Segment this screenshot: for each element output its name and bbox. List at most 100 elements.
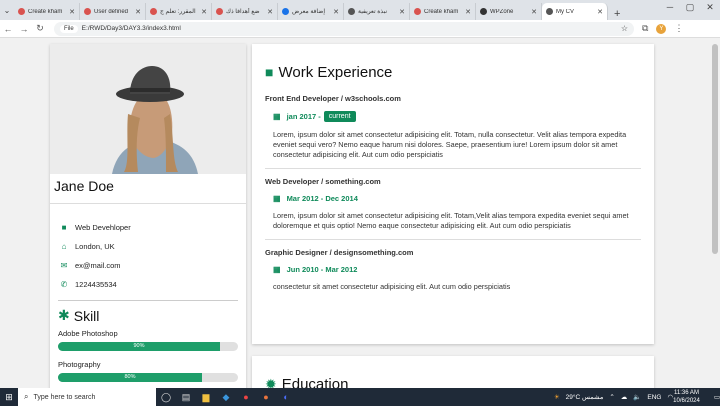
job-description: Lorem, ipsum dolor sit amet consectetur … (273, 130, 627, 159)
job-title: Graphic Designer / designsomething.com (265, 248, 414, 257)
profile-location-row: ⌂ London, UK (58, 237, 238, 256)
menu-icon[interactable]: ⋮ (674, 23, 683, 34)
minimize-icon[interactable]: ─ (660, 2, 680, 13)
new-tab-button[interactable]: + (608, 8, 626, 20)
browser-tab[interactable]: نبذة تعريفية ✕ (344, 3, 410, 20)
job-entry: Graphic Designer / designsomething.com ▦… (265, 240, 641, 292)
profile-card: Jane Doe ■ Web Devehloper ⌂ London, UK ✉… (50, 44, 246, 388)
close-icon[interactable]: ✕ (597, 8, 603, 16)
job-entry: Front End Developer / w3schools.com ▦ ja… (265, 82, 641, 169)
app-icon[interactable]: ◐ (276, 392, 296, 402)
profile-email: ex@mail.com (75, 261, 121, 270)
close-icon[interactable]: ✕ (465, 8, 471, 16)
page-scrollbar[interactable] (710, 38, 720, 388)
taskbar-search[interactable]: ⌕ Type here to search (18, 388, 156, 406)
profile-phone: 1224435534 (75, 280, 117, 289)
profile-avatar[interactable]: Y (656, 23, 667, 34)
calendar-icon: ▦ (273, 265, 281, 274)
address-bar: ← → ↻ File E:/RWD/Day3/DAY3.3/index3.htm… (0, 20, 720, 38)
maximize-icon[interactable]: ▢ (680, 2, 700, 13)
skill-progress-fill: 90% (58, 342, 220, 351)
calendar-icon: ▦ (273, 194, 281, 203)
extensions-icon[interactable]: ⧉ (642, 23, 648, 34)
certificate-icon: ✹ (265, 375, 277, 389)
browser-tab[interactable]: Create kham ✕ (410, 3, 476, 20)
clock[interactable]: 11:36 AM 10/6/2024 (673, 389, 700, 405)
clock-date: 10/6/2024 (673, 398, 700, 404)
window-controls: ─ ▢ ✕ (660, 2, 720, 13)
taskbar: ⊞ ⌕ Type here to search ◯ ▤ ▆ ◆ ● ● ◐ ☀ … (0, 388, 720, 406)
job-entry: Web Developer / something.com ▦ Mar 2012… (265, 169, 641, 240)
suitcase-icon: ■ (265, 64, 274, 80)
browser-tab-active[interactable]: My CV ✕ (542, 3, 608, 20)
file-explorer-icon[interactable]: ▆ (196, 392, 216, 403)
close-icon[interactable]: ✕ (135, 8, 141, 16)
browser-tab[interactable]: User defined ✕ (80, 3, 146, 20)
close-icon[interactable]: ✕ (267, 8, 273, 16)
close-icon[interactable]: ✕ (201, 8, 207, 16)
job-title: Web Developer / something.com (265, 177, 381, 186)
profile-info: ■ Web Devehloper ⌂ London, UK ✉ ex@mail.… (50, 204, 246, 382)
tab-favicon-icon (216, 8, 223, 15)
reload-icon[interactable]: ↻ (32, 23, 48, 34)
browser-tab[interactable]: Create kham ✕ (14, 3, 80, 20)
search-icon: ⌕ (24, 392, 29, 401)
chrome-icon[interactable]: ● (236, 392, 256, 402)
browser-tab[interactable]: المقرر: تعلم ج ✕ (146, 3, 212, 20)
browser-tab[interactable]: إضافة معرض ✕ (278, 3, 344, 20)
weather-text: 29°C مشمس (565, 394, 604, 401)
work-heading: ■ Work Experience (265, 62, 641, 82)
windows-start-icon[interactable]: ⊞ (0, 392, 18, 403)
work-experience-card: ■ Work Experience Front End Developer / … (252, 44, 654, 344)
close-window-icon[interactable]: ✕ (700, 2, 720, 13)
briefcase-icon: ■ (61, 223, 67, 232)
notifications-icon[interactable]: ▭ (714, 393, 720, 401)
tab-favicon-icon (18, 8, 25, 15)
profile-email-row: ✉ ex@mail.com (58, 256, 238, 275)
close-icon[interactable]: ✕ (333, 8, 339, 16)
job-date-row: ▦ Mar 2012 - Dec 2014 (265, 194, 641, 203)
forward-icon[interactable]: → (16, 24, 32, 34)
job-date-row: ▦ Jun 2010 - Mar 2012 (265, 265, 641, 274)
network-icon[interactable]: ☁ (621, 393, 628, 401)
task-view-icon[interactable]: ◯ (156, 392, 176, 403)
profile-phone-row: ✆ 1224435534 (58, 275, 238, 294)
browser-tab[interactable]: ضع أهدافاً ذك ✕ (212, 3, 278, 20)
tab-favicon-icon (414, 8, 421, 15)
weather-icon: ☀ (553, 394, 560, 401)
education-heading: ✹ Education (265, 374, 641, 389)
profile-location: London, UK (75, 242, 115, 251)
job-date: Jun 2010 - Mar 2012 (286, 265, 358, 274)
current-badge: current (323, 111, 356, 122)
profile-job: Web Devehloper (75, 223, 131, 232)
calendar-icon: ▦ (273, 112, 281, 121)
envelope-icon: ✉ (60, 261, 68, 270)
language-indicator[interactable]: ENG (647, 394, 661, 401)
vscode-icon[interactable]: ◆ (216, 392, 236, 403)
widgets-icon[interactable]: ▤ (176, 392, 196, 403)
skill-name: Photography (58, 360, 101, 369)
skill-progress-bar: 90% (58, 342, 238, 351)
url-field[interactable]: File E:/RWD/Day3/DAY3.3/index3.html ☆ (54, 21, 634, 36)
system-tray: ☀ 29°C مشمس ⌃ ☁ 🔈 ENG ◠ 11:36 AM 10/6/20… (548, 389, 720, 405)
close-icon[interactable]: ✕ (531, 8, 537, 16)
phone-icon: ✆ (60, 280, 68, 289)
tab-favicon-icon (480, 8, 487, 15)
job-date: jan 2017 - (286, 112, 321, 121)
close-icon[interactable]: ✕ (69, 8, 75, 16)
close-icon[interactable]: ✕ (399, 8, 405, 16)
volume-icon[interactable]: 🔈 (633, 393, 641, 401)
url-scheme-label: File (60, 24, 78, 33)
skill-progress-fill: 80% (58, 373, 202, 382)
scrollbar-thumb[interactable] (712, 44, 718, 254)
profile-name: Jane Doe (50, 174, 246, 204)
bookmark-star-icon[interactable]: ☆ (621, 24, 628, 33)
tab-search-icon[interactable]: ⌄ (0, 6, 14, 15)
browser-tab[interactable]: WPZone ✕ (476, 3, 542, 20)
tray-chevron-icon[interactable]: ⌃ (609, 393, 614, 401)
browser-tab-strip: ⌄ Create kham ✕ User defined ✕ المقرر: تعل… (0, 0, 720, 20)
work-title: Work Experience (278, 63, 393, 81)
back-icon[interactable]: ← (0, 24, 16, 34)
skills-heading: ✱ Skill (58, 307, 238, 324)
firefox-icon[interactable]: ● (256, 392, 276, 402)
